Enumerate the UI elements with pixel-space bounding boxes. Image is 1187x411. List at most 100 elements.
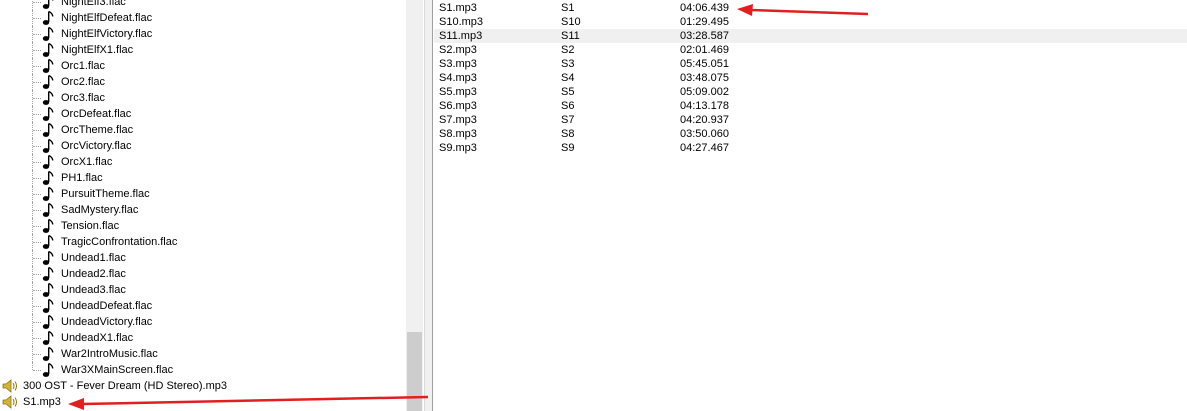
duration-cell: 03:28.587 — [680, 30, 729, 42]
tree-file-item[interactable]: Orc2.flac — [0, 74, 406, 90]
tree-file-item[interactable]: Orc3.flac — [0, 90, 406, 106]
list-row[interactable]: S8.mp3 S8 03:50.060 — [434, 127, 1187, 141]
list-row[interactable]: S7.mp3 S7 04:20.937 — [434, 113, 1187, 127]
tree-item-label: OrcX1.flac — [61, 156, 113, 168]
file-name-cell: S5.mp3 — [439, 86, 477, 98]
tree-file-item[interactable]: Tension.flac — [0, 218, 406, 234]
duration-cell: 04:20.937 — [680, 114, 729, 126]
duration-cell: 01:29.495 — [680, 16, 729, 28]
tree-branch-line — [33, 50, 41, 51]
music-note-icon — [42, 298, 54, 313]
tree-file-item[interactable]: Undead1.flac — [0, 250, 406, 266]
music-note-icon — [42, 26, 54, 41]
duration-cell: 05:09.002 — [680, 86, 729, 98]
tree-file-item[interactable]: UndeadVictory.flac — [0, 314, 406, 330]
music-note-icon — [42, 314, 54, 329]
list-row[interactable]: S11.mp3 S11 03:28.587 — [434, 29, 1187, 43]
music-note-icon — [42, 250, 54, 265]
list-row[interactable]: S5.mp3 S5 05:09.002 — [434, 85, 1187, 99]
tree-item-label: TragicConfrontation.flac — [61, 236, 178, 248]
tree-branch-line — [33, 18, 41, 19]
tree-item-label: PH1.flac — [61, 172, 103, 184]
file-name-cell: S10.mp3 — [439, 16, 484, 28]
file-name-cell: S2.mp3 — [439, 44, 477, 56]
tree-file-item[interactable]: NightElfDefeat.flac — [0, 10, 406, 26]
tree-file-item[interactable]: TragicConfrontation.flac — [0, 234, 406, 250]
track-name-cell: S2 — [561, 44, 575, 56]
tree-file-item[interactable]: UndeadDefeat.flac — [0, 298, 406, 314]
tree-scrollbar[interactable] — [406, 0, 423, 411]
tree-file-item[interactable]: War3XMainScreen.flac — [0, 362, 406, 378]
tree-file-item[interactable]: NightElfVictory.flac — [0, 26, 406, 42]
tree-item-label: NightElfX1.flac — [61, 44, 134, 56]
track-name-cell: S10 — [561, 16, 581, 28]
track-name-cell: S4 — [561, 72, 575, 84]
tree-branch-line — [33, 306, 41, 307]
music-note-icon — [42, 202, 54, 217]
track-name-cell: S7 — [561, 114, 575, 126]
tree-item-label: Tension.flac — [61, 220, 120, 232]
tree-item-label: UndeadX1.flac — [61, 332, 134, 344]
tree-branch-line — [33, 338, 41, 339]
track-name-cell: S11 — [561, 30, 580, 42]
tree-branch-line — [33, 66, 41, 67]
tree-item-label: War2IntroMusic.flac — [61, 348, 158, 360]
music-note-icon — [42, 138, 54, 153]
list-row[interactable]: S2.mp3 S2 02:01.469 — [434, 43, 1187, 57]
list-row[interactable]: S3.mp3 S3 05:45.051 — [434, 57, 1187, 71]
annotation-arrow-list — [737, 4, 869, 16]
tree-item-label: UndeadVictory.flac — [61, 316, 153, 328]
tree-root-item[interactable]: 300 OST - Fever Dream (HD Stereo).mp3 — [0, 378, 406, 394]
music-note-icon — [42, 234, 54, 249]
tree-file-item[interactable]: NightElfX1.flac — [0, 42, 406, 58]
tree-branch-line — [33, 130, 41, 131]
list-row[interactable]: S9.mp3 S9 04:27.467 — [434, 141, 1187, 155]
file-name-cell: S6.mp3 — [439, 100, 477, 112]
file-name-cell: S1.mp3 — [439, 2, 477, 14]
tree-file-item[interactable]: SadMystery.flac — [0, 202, 406, 218]
tree-file-item[interactable]: OrcVictory.flac — [0, 138, 406, 154]
tree-guide-line — [32, 362, 33, 370]
duration-cell: 03:50.060 — [680, 128, 729, 140]
tree-item-label: PursuitTheme.flac — [61, 188, 150, 200]
tree-item-label: OrcVictory.flac — [61, 140, 132, 152]
tree-branch-line — [33, 2, 41, 3]
tree-branch-line — [33, 226, 41, 227]
tree-branch-line — [33, 210, 41, 211]
tree-item-label: NightElfVictory.flac — [61, 28, 153, 40]
tree-file-item[interactable]: PH1.flac — [0, 170, 406, 186]
tree-branch-line — [33, 82, 41, 83]
music-note-icon — [42, 154, 54, 169]
list-row[interactable]: S6.mp3 S6 04:13.178 — [434, 99, 1187, 113]
tree-branch-line — [33, 242, 41, 243]
duration-cell: 02:01.469 — [680, 44, 729, 56]
pane-splitter[interactable] — [424, 0, 433, 411]
track-name-cell: S6 — [561, 100, 575, 112]
tree-file-item[interactable]: OrcTheme.flac — [0, 122, 406, 138]
tree-item-label: 300 OST - Fever Dream (HD Stereo).mp3 — [23, 380, 227, 392]
music-note-icon — [42, 122, 54, 137]
tree-branch-line — [33, 114, 41, 115]
list-row[interactable]: S4.mp3 S4 03:48.075 — [434, 71, 1187, 85]
music-note-icon — [42, 186, 54, 201]
tree-item-label: Orc1.flac — [61, 60, 106, 72]
tree-file-item[interactable]: Undead3.flac — [0, 282, 406, 298]
music-note-icon — [42, 58, 54, 73]
tree-branch-line — [33, 274, 41, 275]
file-name-cell: S7.mp3 — [439, 114, 477, 126]
tree-file-item[interactable]: OrcX1.flac — [0, 154, 406, 170]
tree-file-item[interactable]: Undead2.flac — [0, 266, 406, 282]
tree-file-item[interactable]: OrcDefeat.flac — [0, 106, 406, 122]
tree-branch-line — [33, 178, 41, 179]
tree-item-label: Orc3.flac — [61, 92, 106, 104]
tree-item-label: OrcTheme.flac — [61, 124, 134, 136]
tree-file-item[interactable]: Orc1.flac — [0, 58, 406, 74]
tree-file-item[interactable]: NightElf3.flac — [0, 0, 406, 10]
tree-branch-line — [33, 354, 41, 355]
tree-file-item[interactable]: UndeadX1.flac — [0, 330, 406, 346]
music-note-icon — [42, 266, 54, 281]
tree-file-item[interactable]: War2IntroMusic.flac — [0, 346, 406, 362]
tree-branch-line — [33, 194, 41, 195]
tree-file-item[interactable]: PursuitTheme.flac — [0, 186, 406, 202]
music-note-icon — [42, 90, 54, 105]
